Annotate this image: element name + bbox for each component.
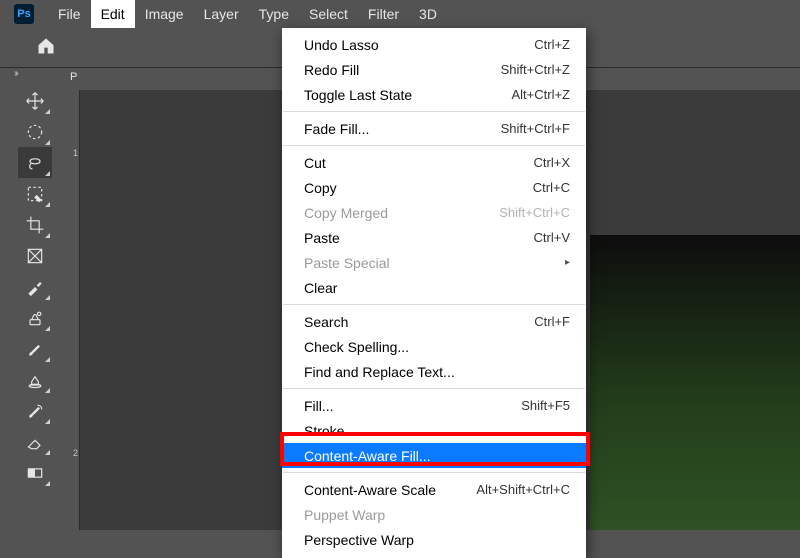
lasso-tool[interactable] [18, 147, 52, 178]
vertical-ruler: 1 2 [62, 90, 80, 530]
menu-edit[interactable]: Edit [91, 0, 135, 28]
eraser-tool[interactable] [18, 426, 52, 457]
menuitem-find-replace[interactable]: Find and Replace Text... [282, 359, 586, 384]
menu-type[interactable]: Type [249, 0, 299, 28]
menu-filter[interactable]: Filter [358, 0, 409, 28]
menuitem-fill[interactable]: Fill...Shift+F5 [282, 393, 586, 418]
clone-stamp-tool[interactable] [18, 364, 52, 395]
quick-select-tool[interactable] [18, 178, 52, 209]
menu-3d[interactable]: 3D [409, 0, 447, 28]
menu-layer[interactable]: Layer [194, 0, 249, 28]
home-icon[interactable] [36, 36, 56, 59]
toolbar-container: ›› [10, 68, 62, 488]
crop-tool[interactable] [18, 209, 52, 240]
tools-toolbar [16, 81, 54, 488]
menu-file[interactable]: File [48, 0, 91, 28]
canvas-image [590, 235, 800, 530]
menu-image[interactable]: Image [135, 0, 194, 28]
submenu-arrow-icon: ▸ [565, 257, 570, 268]
menuitem-content-aware-fill[interactable]: Content-Aware Fill... [282, 443, 586, 468]
menu-select[interactable]: Select [299, 0, 358, 28]
frame-tool[interactable] [18, 240, 52, 271]
menuitem-undo[interactable]: Undo LassoCtrl+Z [282, 32, 586, 57]
brush-tool[interactable] [18, 333, 52, 364]
marquee-tool[interactable] [18, 116, 52, 147]
document-tab-stub[interactable]: P [70, 71, 77, 83]
menuitem-search[interactable]: SearchCtrl+F [282, 309, 586, 334]
menuitem-copy-merged: Copy MergedShift+Ctrl+C [282, 200, 586, 225]
menuitem-paste[interactable]: PasteCtrl+V [282, 225, 586, 250]
menuitem-copy[interactable]: CopyCtrl+C [282, 175, 586, 200]
move-tool[interactable] [18, 85, 52, 116]
menuitem-fade[interactable]: Fade Fill...Shift+Ctrl+F [282, 116, 586, 141]
gradient-tool[interactable] [18, 457, 52, 488]
ruler-tick: 2 [64, 448, 78, 458]
top-menubar: Ps File Edit Image Layer Type Select Fil… [0, 0, 800, 28]
healing-brush-tool[interactable] [18, 302, 52, 333]
ruler-tick: 1 [64, 148, 78, 158]
menuitem-clear[interactable]: Clear [282, 275, 586, 300]
menuitem-stroke[interactable]: Stroke... [282, 418, 586, 443]
toolbar-expand-icon[interactable]: ›› [10, 68, 62, 81]
menuitem-perspective-warp[interactable]: Perspective Warp [282, 527, 586, 552]
menu-separator [283, 111, 585, 112]
eyedropper-tool[interactable] [18, 271, 52, 302]
menuitem-cut[interactable]: CutCtrl+X [282, 150, 586, 175]
menu-separator [283, 145, 585, 146]
edit-menu-dropdown: Undo LassoCtrl+Z Redo FillShift+Ctrl+Z T… [282, 28, 586, 558]
app-logo: Ps [14, 4, 34, 24]
menu-separator [283, 472, 585, 473]
menuitem-redo[interactable]: Redo FillShift+Ctrl+Z [282, 57, 586, 82]
history-brush-tool[interactable] [18, 395, 52, 426]
menuitem-toggle-last-state[interactable]: Toggle Last StateAlt+Ctrl+Z [282, 82, 586, 107]
menuitem-puppet-warp: Puppet Warp [282, 502, 586, 527]
menu-separator [283, 304, 585, 305]
menuitem-content-aware-scale[interactable]: Content-Aware ScaleAlt+Shift+Ctrl+C [282, 477, 586, 502]
menuitem-paste-special: Paste Special▸ [282, 250, 586, 275]
menu-separator [283, 388, 585, 389]
menuitem-check-spelling[interactable]: Check Spelling... [282, 334, 586, 359]
